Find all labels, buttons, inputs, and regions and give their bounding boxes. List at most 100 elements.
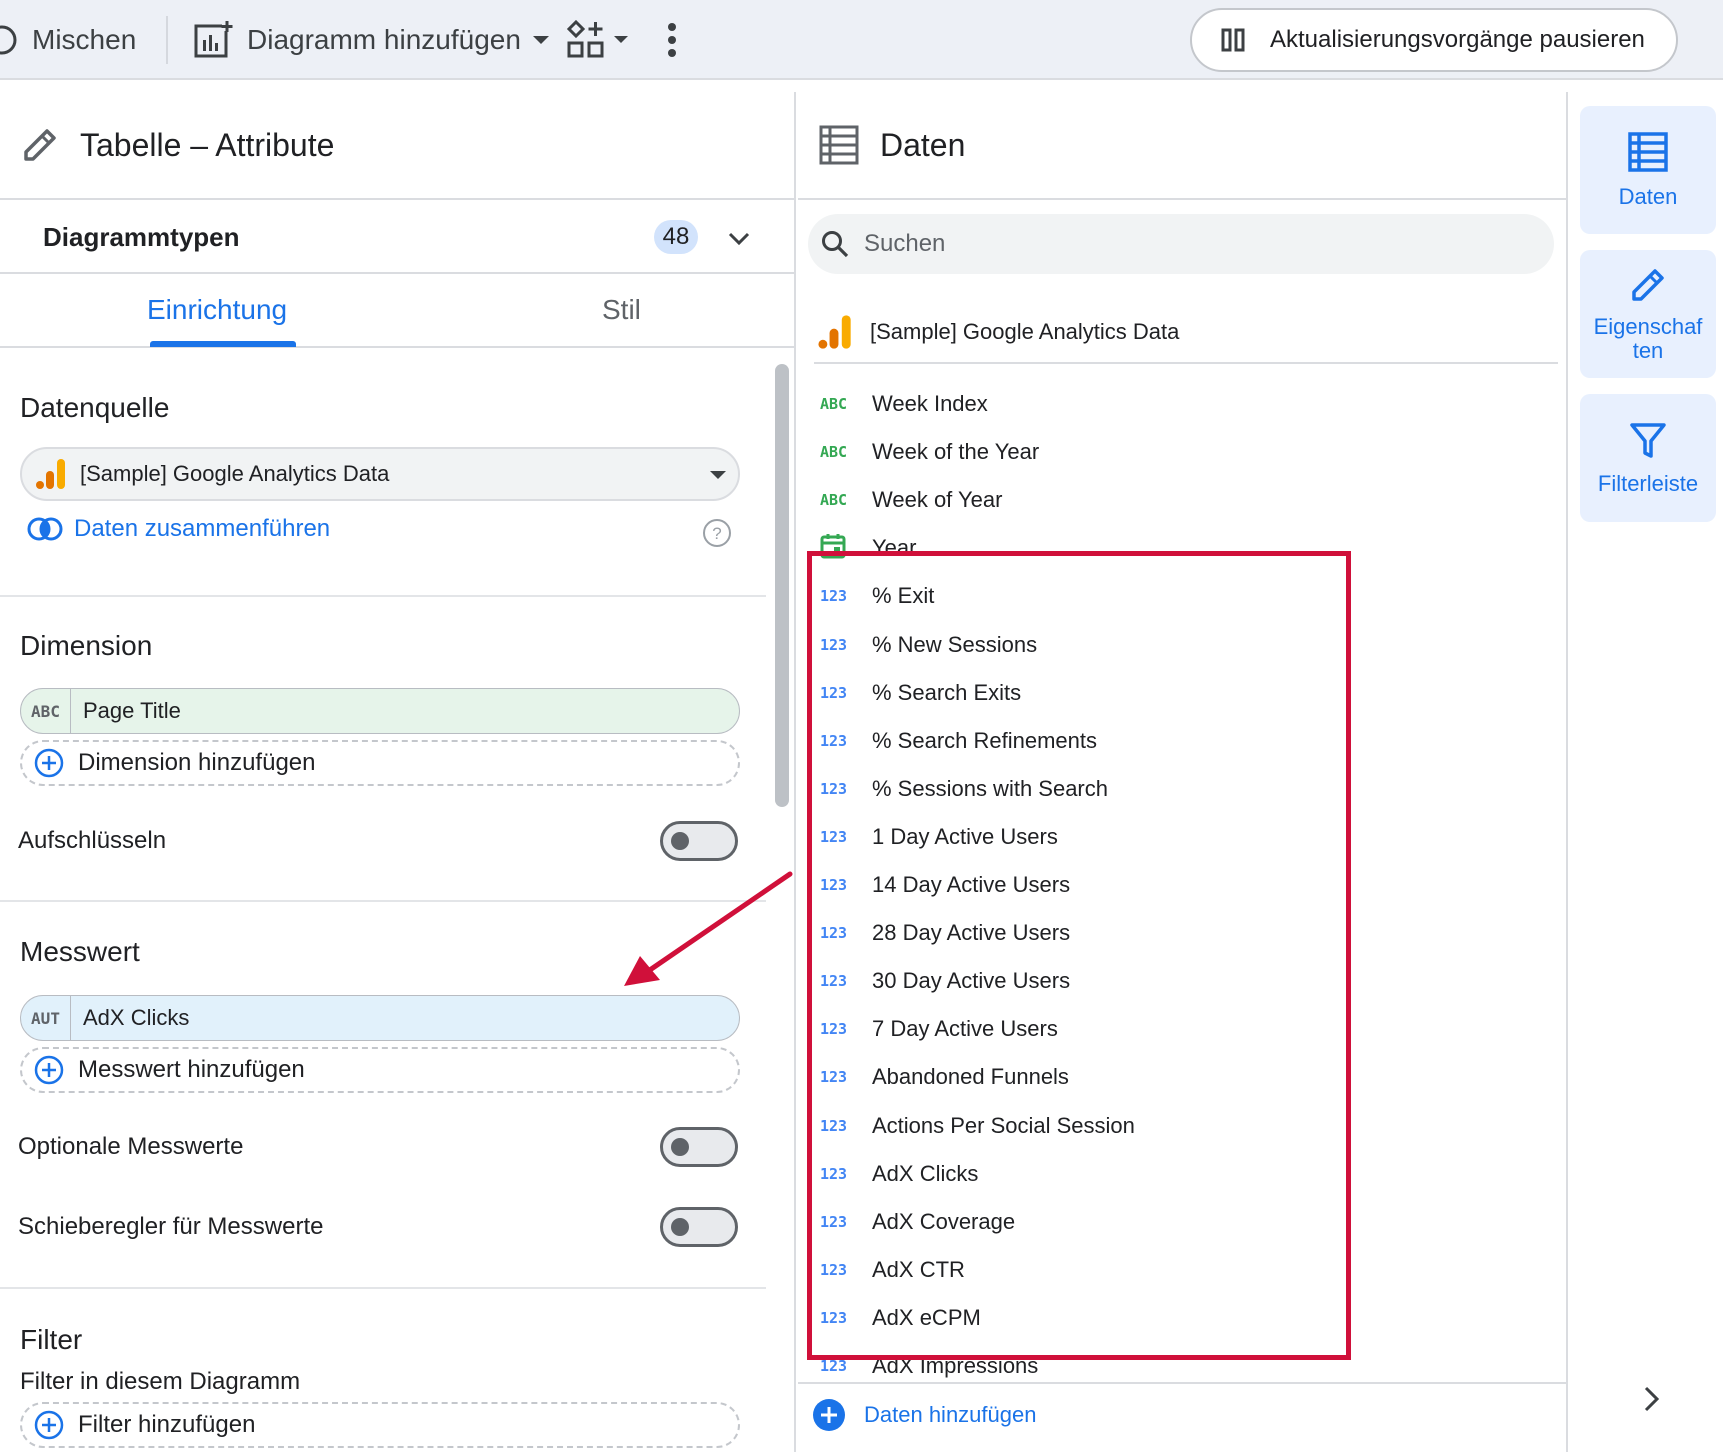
drilldown-row: Aufschlüsseln [18, 818, 738, 864]
dimension-heading: Dimension [20, 630, 153, 661]
side-rail: Daten Eigenschaf ten Filterleiste [1570, 92, 1723, 1452]
chart-types-count-badge: 48 [654, 220, 698, 254]
text-type-icon: ABC [820, 443, 848, 462]
data-panel: Daten Suchen [Sample] Google Analytics D… [798, 92, 1568, 1452]
add-control-icon [566, 20, 604, 58]
chevron-down-icon [614, 36, 628, 43]
add-filter-button[interactable]: Filter hinzufügen [20, 1402, 740, 1448]
field-item[interactable]: ABC Week Index [820, 380, 1520, 428]
rail-data-button[interactable]: Daten [1580, 106, 1716, 234]
metric-chip-value: AdX Clicks [83, 1005, 190, 1030]
tab-setup-label: Einrichtung [147, 294, 288, 325]
help-icon[interactable]: ? [702, 518, 732, 548]
svg-text:?: ? [712, 524, 721, 543]
dimension-chip[interactable]: ABC Page Title [20, 688, 740, 734]
dropdown-arrow-icon [710, 471, 726, 479]
highlight-box [807, 551, 1351, 1360]
tab-style[interactable]: Stil [560, 276, 684, 348]
field-name: Week of the Year [872, 439, 1040, 465]
data-source-name: [Sample] Google Analytics Data [870, 319, 1180, 344]
rail-data-label: Daten [1618, 184, 1678, 209]
add-chart-icon [194, 20, 233, 58]
google-analytics-icon [36, 459, 65, 489]
tab-setup[interactable]: Einrichtung [120, 276, 326, 348]
metric-chip[interactable]: AUT AdX Clicks [20, 995, 740, 1041]
metric-heading: Messwert [20, 936, 140, 967]
more-vert-icon [668, 23, 676, 57]
active-tab-indicator [150, 341, 296, 347]
panel-title: Tabelle – Attribute [80, 126, 335, 163]
datasource-value: [Sample] Google Analytics Data [80, 461, 390, 486]
filter-heading: Filter [20, 1324, 83, 1355]
top-toolbar: Mischen Diagramm hinzufügen Aktualisieru… [0, 0, 1723, 80]
chart-types-label: Diagrammtypen [43, 222, 240, 252]
drilldown-toggle[interactable] [660, 821, 738, 861]
pause-icon [1221, 28, 1245, 52]
optional-metrics-label: Optionale Messwerte [18, 1133, 244, 1160]
datasource-select[interactable]: [Sample] Google Analytics Data [20, 447, 740, 501]
chart-types-row[interactable]: Diagrammtypen 48 [0, 202, 794, 274]
pencil-icon [24, 129, 56, 161]
annotation-arrow [624, 871, 793, 986]
scrollbar-thumb[interactable] [775, 364, 789, 807]
metric-slider-label: Schieberegler für Messwerte [18, 1213, 324, 1240]
text-type-icon: ABC [820, 491, 848, 510]
field-item[interactable]: ABC Week of the Year [820, 428, 1520, 476]
mix-button[interactable]: Mischen [0, 18, 136, 62]
metric-slider-toggle[interactable] [660, 1207, 738, 1247]
table-icon [819, 125, 859, 165]
add-control-button[interactable] [566, 18, 630, 62]
dimension-chip-value: Page Title [83, 698, 181, 723]
section-divider [0, 1287, 766, 1289]
chevron-down-icon[interactable] [724, 224, 754, 254]
search-icon [822, 231, 849, 258]
blend-data-link[interactable]: Daten zusammenführen [26, 515, 330, 543]
drilldown-label: Aufschlüsseln [18, 827, 167, 854]
text-type-icon: ABC [820, 395, 848, 413]
table-icon [1628, 132, 1668, 172]
datasource-heading: Datenquelle [20, 392, 170, 423]
add-chart-label: Diagramm hinzufügen [247, 24, 521, 55]
google-analytics-icon [818, 315, 851, 349]
field-search[interactable]: Suchen [808, 214, 1554, 274]
add-circle-icon [34, 1055, 64, 1085]
add-filter-label: Filter hinzufügen [78, 1411, 256, 1438]
field-item[interactable]: ABC Week of Year [820, 476, 1520, 524]
add-chart-button[interactable]: Diagramm hinzufügen [193, 18, 551, 62]
rail-filter-bar-label: Filterleiste [1597, 471, 1699, 496]
tab-bar: Einrichtung Stil [0, 276, 794, 348]
mix-icon [0, 25, 17, 55]
add-circle-icon [34, 748, 64, 778]
add-circle-icon [813, 1399, 845, 1431]
more-options-button[interactable] [664, 18, 680, 62]
blend-icon [27, 517, 63, 541]
data-panel-title: Daten [880, 126, 966, 163]
mix-label: Mischen [32, 24, 137, 55]
filter-sublabel: Filter in diesem Diagramm [20, 1368, 301, 1395]
dimension-type-tag: ABC [21, 689, 71, 733]
rail-properties-button[interactable]: Eigenschaf ten [1580, 250, 1716, 378]
add-dimension-label: Dimension hinzufügen [78, 749, 316, 776]
rail-properties-label: Eigenschaf ten [1593, 314, 1703, 363]
field-name: Week Index [872, 391, 988, 416]
add-dimension-button[interactable]: Dimension hinzufügen [20, 740, 740, 786]
tab-style-label: Stil [602, 294, 641, 325]
toolbar-divider [166, 16, 168, 64]
add-data-label: Daten hinzufügen [864, 1402, 1037, 1427]
pause-updates-button[interactable]: Aktualisierungsvorgänge pausieren [1190, 8, 1678, 72]
rail-filter-bar-button[interactable]: Filterleiste [1580, 394, 1716, 522]
section-divider [0, 595, 766, 597]
field-name: Week of Year [872, 487, 1003, 513]
data-source-row: [Sample] Google Analytics Data [814, 302, 1558, 364]
add-metric-button[interactable]: Messwert hinzufügen [20, 1047, 740, 1093]
footer-divider [798, 1382, 1566, 1384]
search-placeholder: Suchen [864, 230, 946, 257]
data-panel-header: Daten [798, 92, 1566, 200]
optional-metrics-toggle[interactable] [660, 1127, 738, 1167]
add-data-button[interactable]: Daten hinzufügen [812, 1398, 1036, 1432]
chevron-down-icon [532, 36, 549, 44]
metric-slider-row: Schieberegler für Messwerte [18, 1204, 738, 1250]
blend-data-label: Daten zusammenführen [74, 515, 331, 542]
chevron-right-icon[interactable] [1640, 1382, 1664, 1416]
add-circle-icon [34, 1410, 64, 1440]
